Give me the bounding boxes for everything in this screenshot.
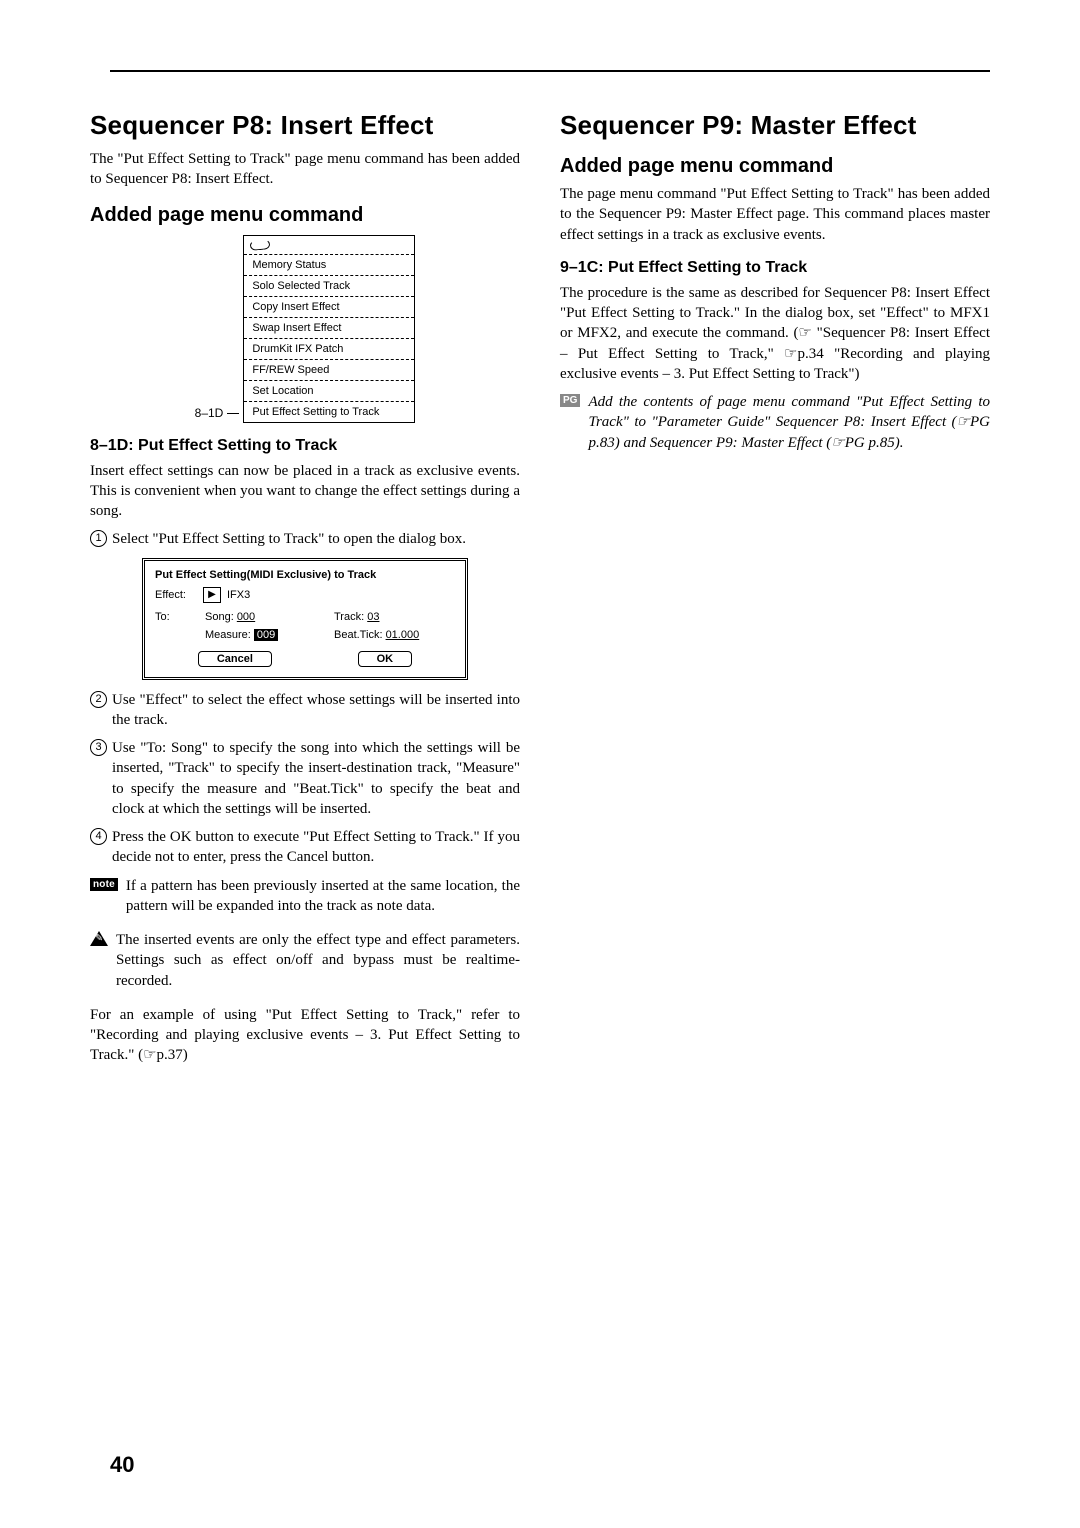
left-heading-3: 8–1D: Put Effect Setting to Track xyxy=(90,437,520,455)
right-heading-2: Added page menu command xyxy=(560,155,990,178)
pg-block: PG Add the contents of page menu command… xyxy=(560,392,990,459)
dialog-song-value: 000 xyxy=(237,611,255,623)
right-body: The procedure is the same as described f… xyxy=(560,283,990,384)
dialog-box: Put Effect Setting(MIDI Exclusive) to Tr… xyxy=(142,558,468,680)
left-heading-1: Sequencer P8: Insert Effect xyxy=(90,110,520,141)
left-intro: The "Put Effect Setting to Track" page m… xyxy=(90,149,520,190)
dialog-measure-cell: Measure: 009 xyxy=(205,629,326,641)
menu-item: Copy Insert Effect xyxy=(244,297,414,318)
menu-item: Set Location xyxy=(244,381,414,402)
dialog-track-cell: Track: 03 xyxy=(334,611,455,623)
page-menu-box: Memory Status Solo Selected Track Copy I… xyxy=(243,235,415,423)
pg-badge-icon: PG xyxy=(560,394,580,407)
dialog-song-label: Song: xyxy=(205,611,234,623)
warning-icon xyxy=(90,931,108,946)
step-4: Press the OK button to execute "Put Effe… xyxy=(90,827,520,868)
dialog-beat-value: 01.000 xyxy=(386,629,420,641)
dialog-to-grid: To: Song: 000 Track: 03 Measure: 009 xyxy=(155,611,455,641)
dropdown-icon: ▶ xyxy=(203,587,221,603)
menu-callout-label: 8–1D xyxy=(195,406,224,423)
note-badge-icon: note xyxy=(90,878,118,891)
menu-item: DrumKit IFX Patch xyxy=(244,339,414,360)
dialog-effect-row: Effect: ▶ IFX3 xyxy=(155,587,455,603)
dialog-buttons: Cancel OK xyxy=(155,651,455,667)
note-block: note If a pattern has been previously in… xyxy=(90,876,520,923)
menu-item: FF/REW Speed xyxy=(244,360,414,381)
dialog-track-value: 03 xyxy=(367,611,379,623)
menu-item: Solo Selected Track xyxy=(244,276,414,297)
right-heading-1: Sequencer P9: Master Effect xyxy=(560,110,990,141)
dialog-cancel-button: Cancel xyxy=(198,651,272,667)
dialog-ok-button: OK xyxy=(358,651,413,667)
page-menu-figure: 8–1D Memory Status Solo Selected Track C… xyxy=(90,235,520,423)
dialog-measure-label: Measure: xyxy=(205,629,251,641)
warning-block: The inserted events are only the effect … xyxy=(90,930,520,997)
dialog-track-label: Track: xyxy=(334,611,364,623)
dialog-effect-value: IFX3 xyxy=(227,589,250,601)
step-list: Select "Put Effect Setting to Track" to … xyxy=(90,529,520,549)
menu-item: Put Effect Setting to Track xyxy=(244,402,414,422)
page-menu-close-icon xyxy=(244,236,414,255)
left-column: Sequencer P8: Insert Effect The "Put Eff… xyxy=(90,110,520,1072)
menu-item: Memory Status xyxy=(244,255,414,276)
step-1: Select "Put Effect Setting to Track" to … xyxy=(90,529,520,549)
menu-item: Swap Insert Effect xyxy=(244,318,414,339)
top-rule xyxy=(110,70,990,72)
step-2: Use "Effect" to select the effect whose … xyxy=(90,690,520,731)
right-column: Sequencer P9: Master Effect Added page m… xyxy=(560,110,990,1072)
right-heading-3: 9–1C: Put Effect Setting to Track xyxy=(560,259,990,277)
pg-text: Add the contents of page menu command "P… xyxy=(588,392,990,453)
dialog-song-cell: Song: 000 xyxy=(205,611,326,623)
left-heading-2: Added page menu command xyxy=(90,204,520,227)
dialog-measure-value: 009 xyxy=(254,629,278,641)
dialog-beat-cell: Beat.Tick: 01.000 xyxy=(334,629,455,641)
warning-text: The inserted events are only the effect … xyxy=(116,930,520,991)
right-intro: The page menu command "Put Effect Settin… xyxy=(560,184,990,245)
left-paragraph: Insert effect settings can now be placed… xyxy=(90,461,520,522)
dialog-figure: Put Effect Setting(MIDI Exclusive) to Tr… xyxy=(90,558,520,680)
dialog-beat-label: Beat.Tick: xyxy=(334,629,383,641)
dialog-to-label: To: xyxy=(155,611,197,623)
two-column-layout: Sequencer P8: Insert Effect The "Put Eff… xyxy=(90,110,990,1072)
dialog-effect-label: Effect: xyxy=(155,589,197,601)
note-text: If a pattern has been previously inserte… xyxy=(126,876,520,917)
left-closing: For an example of using "Put Effect Sett… xyxy=(90,1005,520,1066)
menu-callout-line xyxy=(227,413,239,414)
step-3: Use "To: Song" to specify the song into … xyxy=(90,738,520,819)
step-list-cont: Use "Effect" to select the effect whose … xyxy=(90,690,520,868)
page: Sequencer P8: Insert Effect The "Put Eff… xyxy=(0,0,1080,1528)
page-number: 40 xyxy=(110,1452,134,1478)
dialog-title: Put Effect Setting(MIDI Exclusive) to Tr… xyxy=(155,569,455,581)
